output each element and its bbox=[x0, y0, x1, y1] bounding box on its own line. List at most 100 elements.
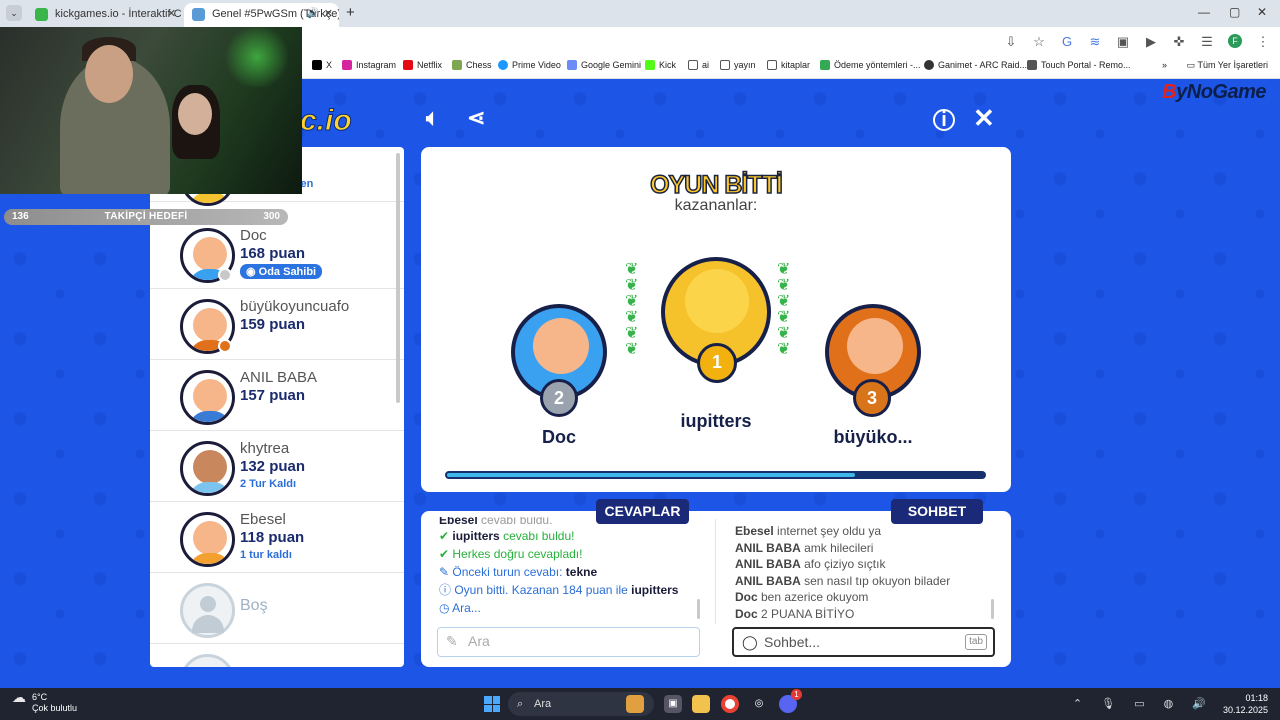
game-favicon-icon bbox=[192, 8, 205, 21]
game-over-title: OYUN BİTTİ bbox=[649, 170, 783, 200]
bookmark-folder-kitaplar[interactable]: kitaplar bbox=[767, 60, 810, 70]
player-list: Sıradaki çizen Doc 168 puan ◉ Oda Sahibi… bbox=[150, 147, 404, 667]
person-face bbox=[178, 93, 212, 135]
weather-widget[interactable]: ☁ 6°C Çok bulutlu bbox=[12, 689, 77, 714]
chat-message: ANIL BABA amk hilecileri bbox=[735, 540, 874, 555]
bookmark-netflix[interactable]: Netflix bbox=[403, 60, 442, 70]
sound-icon[interactable]: 🔈︎ bbox=[426, 105, 439, 131]
maximize-button[interactable]: ▢ bbox=[1229, 5, 1240, 19]
answer-line: ⓘ Oyun bitti. Kazanan 184 puan ile iupit… bbox=[439, 583, 679, 597]
windows-taskbar: ☁ 6°C Çok bulutlu ⌕ Ara ▣ ◎ 1 ⌃ 🎙 ▭ ◍ 🔊 01:… bbox=[0, 688, 1280, 720]
bookmark-kick[interactable]: Kick bbox=[645, 60, 676, 70]
chrome-icon[interactable] bbox=[721, 695, 739, 713]
bookmark-touch-portal[interactable]: Touch Portal - Remo... bbox=[1027, 60, 1131, 70]
window-close-button[interactable]: ✕ bbox=[1257, 5, 1267, 19]
player-name: khytrea bbox=[240, 440, 290, 457]
chat-message: ANIL BABA afo çiziyo sıçtık bbox=[735, 557, 886, 571]
netflix-icon bbox=[403, 60, 413, 70]
new-tab-button[interactable]: + bbox=[346, 4, 355, 21]
chat-input[interactable]: ◯ Sohbet... tab bbox=[732, 627, 995, 657]
speaker-icon[interactable]: 🔊 bbox=[307, 3, 319, 25]
star-icon[interactable]: ☆ bbox=[1032, 34, 1046, 50]
browser-tab-kickgames[interactable]: kickgames.io - İnteraktif Chat O ✕ bbox=[27, 3, 182, 27]
status-dot bbox=[218, 339, 232, 353]
chat-scrollbar[interactable] bbox=[991, 599, 994, 619]
gemini-icon bbox=[567, 60, 577, 70]
translate-icon[interactable]: G bbox=[1060, 34, 1074, 50]
player-list-scrollbar[interactable] bbox=[396, 153, 400, 403]
player-score: 168 puan bbox=[240, 245, 306, 262]
cloud-icon: ☁ bbox=[12, 689, 26, 705]
food-widget-icon[interactable] bbox=[626, 695, 644, 713]
info-icon[interactable]: i bbox=[933, 109, 955, 131]
folder-icon: ▭ bbox=[1186, 60, 1198, 70]
player-avatar bbox=[180, 441, 235, 496]
player-row[interactable]: ANIL BABA 157 puan bbox=[150, 360, 404, 431]
google-ads-icon bbox=[820, 60, 830, 70]
answer-line: ✔ Herkes doğru cevapladı! bbox=[439, 547, 583, 561]
player-row-empty[interactable]: Boş bbox=[150, 573, 404, 644]
status-dot bbox=[218, 268, 232, 282]
laurel-right-icon: ❦ ❦ ❦ ❦ ❦ ❦ bbox=[777, 261, 791, 358]
start-button[interactable] bbox=[484, 696, 500, 712]
answers-chat-panel: CEVAPLAR SOHBET Ebesel cevabı buldu. ✔ i… bbox=[421, 499, 1011, 667]
bookmark-odeme[interactable]: Ödeme yöntemleri -... bbox=[820, 60, 921, 70]
toolbar-icons: ⇩ ☆ G ≋ ▣ ▶ ✜ ☰ F ⋮ bbox=[1004, 34, 1270, 50]
file-explorer-icon[interactable] bbox=[692, 695, 710, 713]
system-tray-icons[interactable]: ⌃ 🎙 ▭ ◍ 🔊 bbox=[1073, 697, 1214, 710]
game-over-panel: OYUN BİTTİ kazananlar: 2 Doc ❦ ❦ ❦ ❦ ❦ ❦ ❦ ❦ ❦ ❦… bbox=[421, 147, 1011, 492]
instagram-icon bbox=[342, 60, 352, 70]
player-row-empty[interactable] bbox=[150, 644, 404, 667]
bookmark-x[interactable]: X bbox=[312, 60, 332, 70]
info-circle-icon: ⓘ bbox=[439, 583, 455, 597]
prime-video-icon bbox=[498, 60, 508, 70]
bookmark-ganimet[interactable]: Ganimet - ARC Raid... bbox=[924, 60, 1027, 70]
player-row[interactable]: khytrea 132 puan 2 Tur Kaldı bbox=[150, 431, 404, 502]
bookmarks-overflow-icon[interactable]: » bbox=[1162, 60, 1167, 70]
menu-icon[interactable]: ⋮ bbox=[1256, 34, 1270, 50]
folder-icon bbox=[720, 60, 730, 70]
screenshot-icon[interactable]: ▣ bbox=[1116, 34, 1130, 50]
player-row[interactable]: büyükoyuncuafo 159 puan bbox=[150, 289, 404, 360]
player-row[interactable]: Doc 168 puan ◉ Oda Sahibi bbox=[150, 218, 404, 289]
play-icon[interactable]: ▶ bbox=[1144, 34, 1158, 50]
check-icon: ✔ bbox=[439, 547, 453, 561]
extension-audio-icon[interactable]: ≋ bbox=[1088, 34, 1102, 50]
bookmark-prime-video[interactable]: Prime Video bbox=[498, 60, 561, 70]
minimize-button[interactable]: — bbox=[1198, 5, 1210, 19]
bookmark-instagram[interactable]: Instagram bbox=[342, 60, 396, 70]
clock[interactable]: 01:18 30.12.2025 bbox=[1223, 692, 1268, 716]
extensions-icon[interactable]: ✜ bbox=[1172, 34, 1186, 50]
chat-tab[interactable]: SOHBET bbox=[891, 499, 983, 524]
third-place-name: büyüko... bbox=[833, 427, 913, 447]
player-row[interactable]: Ebesel 118 puan 1 tur kaldı bbox=[150, 502, 404, 573]
bookmark-folder-yayin[interactable]: yayın bbox=[720, 60, 756, 70]
second-place-name: Doc bbox=[541, 427, 576, 447]
close-icon[interactable]: ✕ bbox=[973, 103, 995, 134]
answers-scrollbar[interactable] bbox=[697, 599, 700, 619]
share-icon[interactable]: ⋖ bbox=[467, 105, 485, 131]
task-view-icon[interactable]: ▣ bbox=[664, 695, 682, 713]
bookmark-folder-ai[interactable]: ai bbox=[688, 60, 709, 70]
discord-icon[interactable]: 1 bbox=[779, 689, 802, 713]
search-icon: ⌕ bbox=[517, 698, 524, 710]
tab-search-icon[interactable]: ⌄ bbox=[6, 5, 22, 21]
obs-icon[interactable]: ◎ bbox=[750, 695, 768, 713]
chat-bubble-icon: ◯ bbox=[742, 634, 758, 650]
all-bookmarks[interactable]: ▭ Tüm Yer İşaretleri bbox=[1187, 60, 1268, 71]
close-tab-icon[interactable]: ✕ bbox=[167, 3, 176, 25]
bookmark-gemini[interactable]: Google Gemini bbox=[567, 60, 641, 70]
player-avatar bbox=[180, 370, 235, 425]
answer-input[interactable]: ✎ Ara bbox=[437, 627, 700, 657]
profile-avatar[interactable]: F bbox=[1228, 34, 1242, 48]
close-tab-icon[interactable]: ✕ bbox=[324, 3, 333, 25]
touch-portal-icon bbox=[1027, 60, 1037, 70]
ganimet-icon bbox=[924, 60, 934, 70]
bookmark-chess[interactable]: Chess bbox=[452, 60, 492, 70]
reading-list-icon[interactable]: ☰ bbox=[1200, 34, 1214, 50]
browser-tab-game[interactable]: Genel #5PwGSm (Türkçe) - 🔊 ✕ bbox=[184, 3, 339, 27]
kickgames-favicon-icon bbox=[35, 8, 48, 21]
install-icon[interactable]: ⇩ bbox=[1004, 34, 1018, 50]
winners-label: kazananlar: bbox=[674, 197, 758, 214]
folder-icon bbox=[688, 60, 698, 70]
